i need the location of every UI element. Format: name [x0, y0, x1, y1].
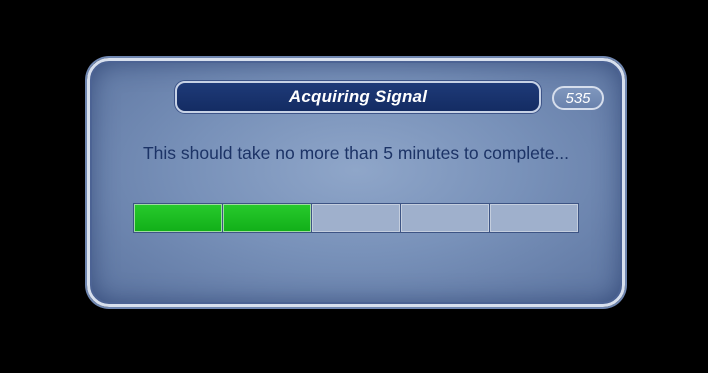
- title-bar: Acquiring Signal: [175, 81, 541, 113]
- progress-segment-empty: [490, 204, 578, 232]
- counter-badge: 535: [552, 86, 604, 110]
- counter-value: 535: [565, 89, 591, 107]
- status-message: This should take no more than 5 minutes …: [142, 143, 570, 163]
- progress-bar: [133, 203, 579, 233]
- progress-segment-empty: [401, 204, 489, 232]
- progress-segment-filled: [223, 204, 311, 232]
- progress-segment-filled: [134, 204, 222, 232]
- screen: Acquiring Signal 535 This should take no…: [0, 0, 708, 373]
- acquiring-signal-dialog: Acquiring Signal 535 This should take no…: [87, 58, 625, 307]
- dialog-title: Acquiring Signal: [288, 87, 428, 106]
- progress-segment-empty: [312, 204, 400, 232]
